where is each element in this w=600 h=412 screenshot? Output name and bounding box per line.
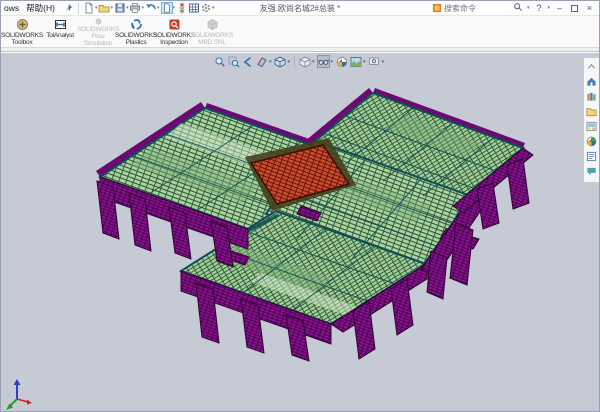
rebuild-traffic-light-icon[interactable] bbox=[176, 2, 188, 14]
search-input[interactable] bbox=[444, 4, 502, 13]
close-button[interactable]: × bbox=[583, 2, 596, 14]
solidworks-window: ows 帮助(H) ▾ ▾ ▾ ▾ ▾ ▾ ▾ 友强.欧尚名城2#总装 * ▾ … bbox=[0, 0, 600, 412]
dropdown-arrow[interactable]: ▾ bbox=[269, 59, 272, 65]
addin-label: SOLIDWORKS Flow Simulation bbox=[77, 26, 119, 47]
save-icon[interactable] bbox=[114, 2, 126, 14]
task-pane bbox=[583, 57, 599, 183]
dropdown-arrow[interactable]: ▾ bbox=[382, 59, 385, 65]
model-3d-view[interactable] bbox=[1, 53, 600, 412]
help-button[interactable]: ? bbox=[532, 2, 545, 14]
view-orientation-icon[interactable] bbox=[274, 55, 287, 68]
addin-label: TolAnalyst bbox=[46, 32, 74, 39]
previous-view-icon[interactable] bbox=[241, 55, 254, 68]
new-document-icon[interactable] bbox=[83, 2, 95, 14]
section-view-icon[interactable] bbox=[255, 55, 268, 68]
addin-solidworks-toolbox[interactable]: SOLIDWORKS Toolbox bbox=[3, 16, 41, 47]
dropdown-arrow[interactable]: ▾ bbox=[527, 5, 530, 11]
addin-tolanalyst[interactable]: TolAnalyst bbox=[41, 16, 79, 47]
toolbox-screw-icon bbox=[16, 18, 29, 31]
minimize-button[interactable]: – bbox=[553, 2, 566, 14]
dropdown-arrow[interactable]: ▾ bbox=[173, 5, 176, 11]
addin-label: SOLIDWORKS Inspection bbox=[153, 32, 195, 46]
appearances-scenes-icon[interactable] bbox=[586, 136, 597, 147]
addin-label: SOLIDWORKS MBD SNL bbox=[191, 32, 233, 46]
addin-solidworks-inspection[interactable]: SOLIDWORKS Inspection bbox=[155, 16, 193, 47]
title-bar: ows 帮助(H) ▾ ▾ ▾ ▾ ▾ ▾ ▾ 友强.欧尚名城2#总装 * ▾ … bbox=[1, 1, 599, 16]
design-table-icon[interactable] bbox=[188, 2, 200, 14]
plastics-icon bbox=[130, 18, 143, 31]
zoom-to-fit-icon[interactable] bbox=[213, 55, 226, 68]
dropdown-arrow[interactable]: ▾ bbox=[212, 5, 215, 11]
display-style-icon[interactable] bbox=[298, 55, 311, 68]
design-library-icon[interactable] bbox=[586, 91, 597, 102]
apply-scene-icon[interactable] bbox=[349, 55, 362, 68]
view-settings-icon[interactable] bbox=[368, 55, 381, 68]
zoom-to-area-icon[interactable] bbox=[227, 55, 240, 68]
addin-solidworks-mbd[interactable]: SOLIDWORKS MBD SNL bbox=[193, 16, 231, 47]
dropdown-arrow[interactable]: ▾ bbox=[331, 59, 334, 65]
edit-appearance-icon[interactable] bbox=[335, 55, 348, 68]
options-gear-icon[interactable] bbox=[200, 2, 212, 14]
file-explorer-icon[interactable] bbox=[586, 106, 597, 117]
dropdown-arrow[interactable]: ▾ bbox=[363, 59, 366, 65]
undo-icon[interactable] bbox=[145, 2, 157, 14]
orientation-triad bbox=[6, 379, 32, 410]
tolanalyst-icon bbox=[54, 18, 67, 31]
quick-access-toolbar: ▾ ▾ ▾ ▾ ▾ ▾ ▾ bbox=[83, 2, 216, 14]
menu-bar: ows 帮助(H) bbox=[1, 2, 74, 14]
dropdown-arrow[interactable]: ▾ bbox=[312, 59, 315, 65]
hide-show-items-icon[interactable] bbox=[317, 55, 330, 68]
addin-label: SOLIDWORKS Toolbox bbox=[1, 32, 43, 46]
pin-icon[interactable] bbox=[64, 3, 74, 13]
addins-toolbar: SOLIDWORKS Toolbox TolAnalyst SOLIDWORKS… bbox=[1, 16, 599, 48]
flow-simulation-icon bbox=[92, 18, 105, 25]
search-app-icon bbox=[432, 3, 442, 13]
solidworks-resources-home-icon[interactable] bbox=[586, 76, 597, 87]
collapse-arrow-icon[interactable] bbox=[586, 61, 597, 72]
highlighted-page-tool-icon[interactable] bbox=[161, 2, 173, 14]
custom-properties-icon[interactable] bbox=[586, 151, 597, 162]
inspection-icon bbox=[168, 18, 181, 31]
addin-solidworks-plastics[interactable]: SOLIDWORKS Plastics bbox=[117, 16, 155, 47]
dropdown-arrow[interactable]: ▾ bbox=[288, 59, 291, 65]
addin-flow-simulation[interactable]: SOLIDWORKS Flow Simulation bbox=[79, 16, 117, 47]
view-palette-icon[interactable] bbox=[586, 121, 597, 132]
restore-button[interactable] bbox=[571, 5, 578, 12]
dropdown-arrow[interactable]: ▾ bbox=[126, 5, 129, 11]
open-document-icon[interactable] bbox=[98, 2, 110, 14]
menu-item-windows[interactable]: ows bbox=[4, 3, 19, 13]
dropdown-arrow[interactable]: ▾ bbox=[141, 5, 144, 11]
search-magnifier-button[interactable] bbox=[512, 2, 525, 15]
headsup-view-toolbar: ▾ ▾ ▾ ▾ ▾ ▾ bbox=[213, 55, 385, 68]
command-search[interactable] bbox=[432, 2, 510, 14]
graphics-viewport[interactable]: ▾ ▾ ▾ ▾ ▾ ▾ bbox=[1, 53, 599, 411]
titlebar-right-controls: ▾ ?▾ – × bbox=[432, 2, 599, 15]
dropdown-arrow[interactable]: ▾ bbox=[95, 5, 98, 11]
solidworks-forum-icon[interactable] bbox=[586, 166, 597, 177]
mbd-icon bbox=[206, 18, 219, 31]
addin-label: SOLIDWORKS Plastics bbox=[115, 32, 157, 46]
menu-item-help[interactable]: 帮助(H) bbox=[26, 2, 55, 14]
dropdown-arrow[interactable]: ▾ bbox=[157, 5, 160, 11]
toolbar-bottom-strip bbox=[1, 48, 599, 52]
print-icon[interactable] bbox=[129, 2, 141, 14]
dropdown-arrow[interactable]: ▾ bbox=[547, 5, 550, 11]
toolbar-separator bbox=[294, 56, 295, 67]
dropdown-arrow[interactable]: ▾ bbox=[110, 5, 113, 11]
